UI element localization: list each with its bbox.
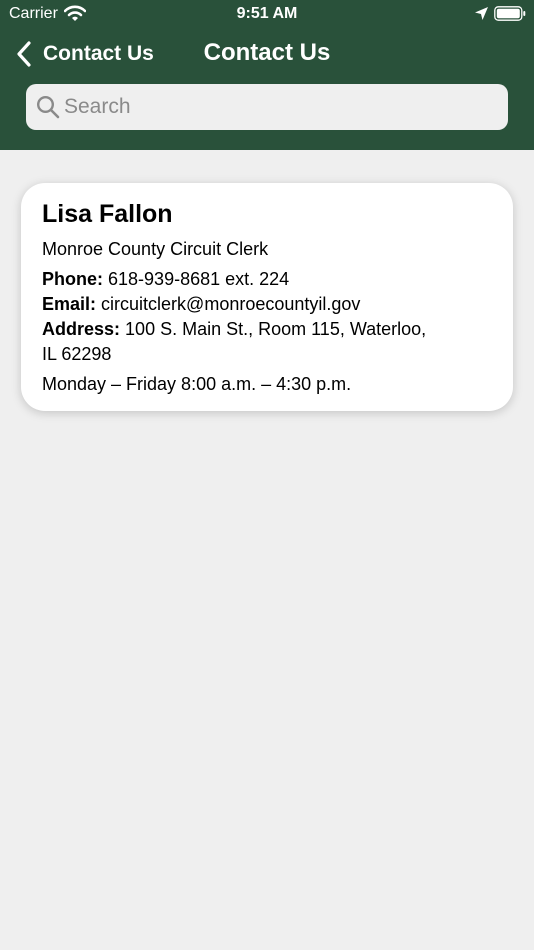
location-arrow-icon — [475, 7, 488, 20]
status-time: 9:51 AM — [236, 5, 298, 22]
search-input[interactable] — [64, 90, 494, 124]
address-value-line1: 100 S. Main St., Room 115, Waterloo, — [125, 319, 427, 339]
phone-label: Phone: — [42, 269, 103, 289]
battery-icon — [494, 6, 526, 21]
contact-hours: Monday – Friday 8:00 a.m. – 4:30 p.m. — [42, 374, 352, 394]
address-label: Address: — [42, 319, 121, 339]
page-title: Contact Us — [203, 39, 331, 66]
email-label: Email: — [42, 294, 97, 314]
search-icon — [36, 95, 60, 119]
contact-name: Lisa Fallon — [42, 200, 173, 228]
email-value[interactable]: circuitclerk@monroecountyil.gov — [101, 294, 360, 314]
address-value-line2: IL 62298 — [42, 344, 112, 364]
status-bar: Carrier 9:51 AM — [0, 0, 534, 28]
nav-bar: Contact Us Contact Us — [0, 30, 534, 78]
phone-value[interactable]: 618-939-8681 ext. 224 — [108, 269, 289, 289]
contact-email-row: Email: circuitclerk@monroecountyil.gov — [42, 292, 493, 317]
contact-phone-row: Phone: 618-939-8681 ext. 224 — [42, 267, 493, 292]
header: Carrier 9:51 AM Contact Us Contact Us — [0, 0, 534, 150]
search-bar[interactable] — [26, 84, 508, 130]
contact-title: Monroe County Circuit Clerk — [42, 239, 269, 259]
contact-address-row: Address: 100 S. Main St., Room 115, Wate… — [42, 317, 493, 342]
contact-card[interactable]: Lisa Fallon Monroe County Circuit Clerk … — [21, 183, 513, 411]
